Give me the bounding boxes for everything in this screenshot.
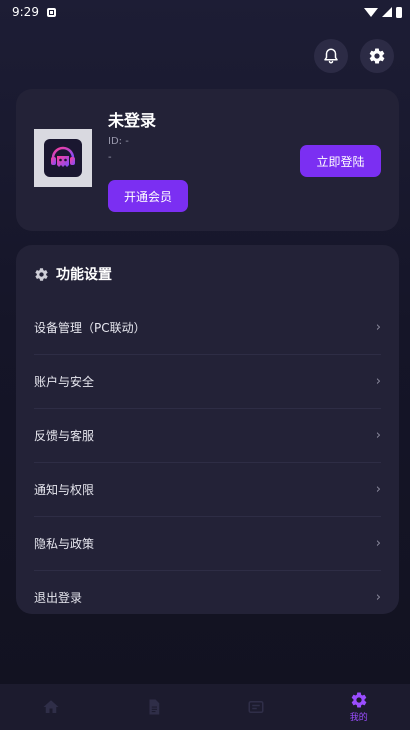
nav-tab-label: 我的 xyxy=(349,713,368,723)
home-icon xyxy=(43,700,59,713)
notification-icon xyxy=(46,7,56,17)
nav-tab-documents[interactable] xyxy=(103,684,205,730)
message-icon xyxy=(248,701,264,713)
app-screen: 9:29 未登录 ID: - - 开通会员 立即登陆 功能设置 设备管理（PC联… xyxy=(0,0,410,730)
nav-tab-mine[interactable]: 我的 xyxy=(308,684,410,730)
vip-button[interactable]: 开通会员 xyxy=(108,180,188,212)
menu-item-privacy-policy[interactable]: 隐私与政策 › xyxy=(34,517,381,571)
gear-icon xyxy=(369,48,385,64)
menu-item-label: 账户与安全 xyxy=(34,375,95,389)
chevron-right-icon: › xyxy=(375,374,381,389)
settings-menu: 设备管理（PC联动） › 账户与安全 › 反馈与客服 › 通知与权限 › 隐私与… xyxy=(16,301,399,624)
avatar[interactable] xyxy=(34,129,92,187)
menu-item-label: 退出登录 xyxy=(34,591,83,605)
nav-tab-home[interactable] xyxy=(0,684,102,730)
menu-item-device-management[interactable]: 设备管理（PC联动） › xyxy=(34,301,381,355)
profile-card: 未登录 ID: - - 开通会员 立即登陆 xyxy=(16,89,399,231)
menu-item-label: 隐私与政策 xyxy=(34,537,95,551)
chevron-right-icon: › xyxy=(375,590,381,605)
headphone-mascot-icon xyxy=(51,146,75,167)
notifications-button[interactable] xyxy=(314,39,348,73)
menu-item-logout[interactable]: 退出登录 › xyxy=(34,571,381,624)
nav-tab-messages[interactable] xyxy=(205,684,307,730)
document-icon xyxy=(149,699,159,715)
status-time: 9:29 xyxy=(12,5,39,19)
wifi-icon xyxy=(364,7,378,17)
menu-item-feedback-support[interactable]: 反馈与客服 › xyxy=(34,409,381,463)
avatar-image xyxy=(44,139,82,177)
gear-icon xyxy=(351,692,367,708)
status-right xyxy=(364,6,402,18)
settings-title: 功能设置 xyxy=(56,267,112,283)
status-left: 9:29 xyxy=(12,5,56,19)
status-bar: 9:29 xyxy=(0,0,410,24)
menu-item-label: 反馈与客服 xyxy=(34,429,95,443)
bell-icon xyxy=(324,48,338,64)
profile-id: ID: - xyxy=(108,136,129,147)
profile-name: 未登录 xyxy=(108,111,157,130)
menu-item-label: 通知与权限 xyxy=(34,483,95,497)
menu-item-account-security[interactable]: 账户与安全 › xyxy=(34,355,381,409)
settings-header: 功能设置 xyxy=(34,263,112,285)
menu-item-label: 设备管理（PC联动） xyxy=(34,321,146,335)
chevron-right-icon: › xyxy=(375,428,381,443)
menu-item-notifications-permissions[interactable]: 通知与权限 › xyxy=(34,463,381,517)
chevron-right-icon: › xyxy=(375,482,381,497)
profile-subtext: - xyxy=(108,152,112,163)
settings-card: 功能设置 设备管理（PC联动） › 账户与安全 › 反馈与客服 › 通知与权限 … xyxy=(16,245,399,614)
top-actions xyxy=(314,39,394,73)
battery-icon xyxy=(396,6,402,18)
settings-button[interactable] xyxy=(360,39,394,73)
signal-icon xyxy=(382,7,392,17)
login-button[interactable]: 立即登陆 xyxy=(300,145,381,177)
bottom-nav: 我的 xyxy=(0,684,410,730)
chevron-right-icon: › xyxy=(375,320,381,335)
gear-icon xyxy=(35,267,48,281)
chevron-right-icon: › xyxy=(375,536,381,551)
